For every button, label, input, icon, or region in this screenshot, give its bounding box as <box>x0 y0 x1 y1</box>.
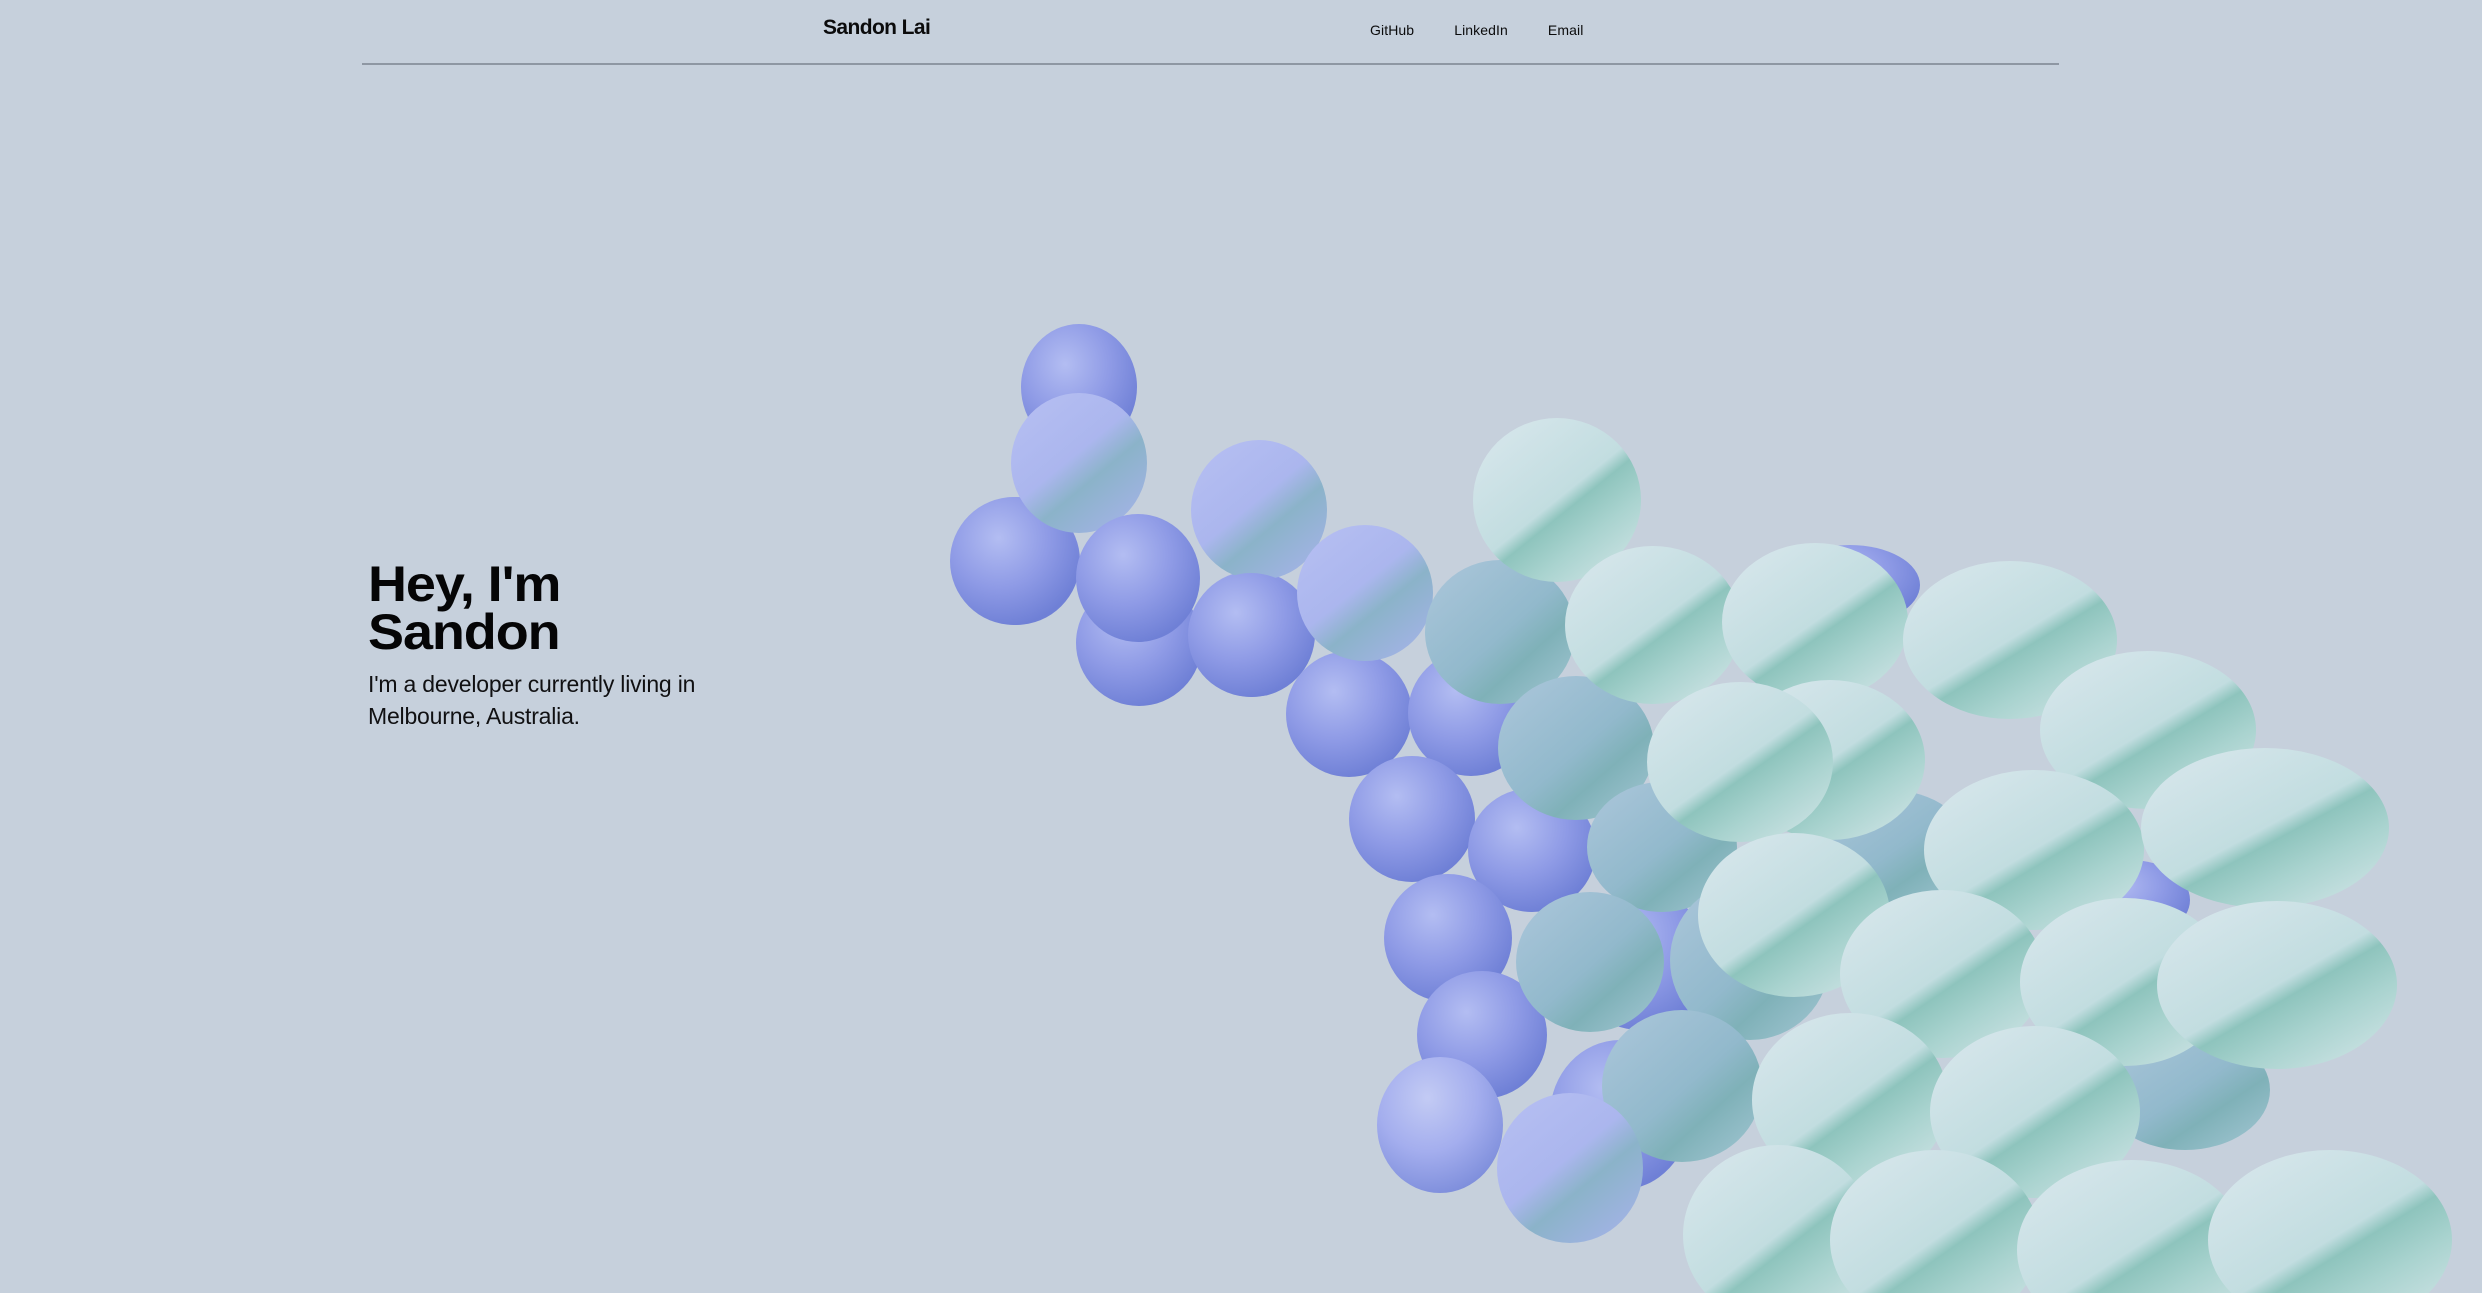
hero-title-line-2: Sandon <box>368 604 561 660</box>
sphere <box>1425 560 1575 704</box>
nav-link-email[interactable]: Email <box>1548 22 1584 38</box>
sphere <box>1497 1093 1643 1243</box>
sphere <box>2070 860 2190 940</box>
nav-link-linkedin[interactable]: LinkedIn <box>1454 22 1508 38</box>
sphere <box>950 497 1078 625</box>
main-nav: GitHub LinkedIn Email <box>1370 22 1583 38</box>
sphere <box>1473 418 1641 582</box>
sphere <box>1191 440 1327 580</box>
sphere <box>1417 971 1547 1099</box>
sphere <box>1550 1040 1690 1190</box>
sphere <box>1810 790 1970 910</box>
sphere <box>2208 1150 2452 1293</box>
sphere <box>1565 546 1741 704</box>
sphere <box>2157 901 2397 1069</box>
sphere <box>1924 770 2144 930</box>
sphere <box>1076 580 1202 706</box>
sphere <box>1516 892 1664 1032</box>
sphere <box>1735 680 1925 840</box>
sphere <box>1377 1057 1503 1193</box>
sphere <box>1188 573 1314 697</box>
sphere <box>1683 1145 1873 1293</box>
sphere <box>1570 890 1710 1030</box>
page: Sandon Lai GitHub LinkedIn Email Hey, I'… <box>0 0 2482 1293</box>
sphere <box>2040 651 2256 809</box>
sphere <box>1021 324 1137 450</box>
sphere <box>1498 676 1654 820</box>
sphere <box>1903 561 2117 719</box>
hero-section: Hey, I'm Sandon I'm a developer currentl… <box>368 559 788 732</box>
hero-title: Hey, I'm Sandon <box>368 556 822 660</box>
sphere <box>1587 782 1737 912</box>
sphere <box>1602 1010 1762 1162</box>
hero-title-line-1: Hey, I'm <box>368 556 561 612</box>
sphere <box>1722 543 1908 701</box>
sphere <box>1647 682 1833 842</box>
sphere <box>952 497 1080 625</box>
sphere <box>1011 393 1147 533</box>
site-header: Sandon Lai GitHub LinkedIn Email <box>362 0 2059 65</box>
sphere <box>1189 571 1315 697</box>
sphere <box>1408 650 1534 776</box>
sphere <box>2100 1030 2270 1150</box>
hero-subtitle: I'm a developer currently living in Melb… <box>368 671 696 729</box>
sphere <box>1930 1026 2140 1198</box>
sphere <box>1349 756 1475 882</box>
sphere <box>1752 1013 1948 1187</box>
sphere <box>2020 898 2230 1066</box>
sphere <box>1780 545 1920 625</box>
sphere <box>1830 1150 2040 1293</box>
sphere <box>1076 514 1200 642</box>
sphere <box>1297 525 1433 661</box>
sphere <box>1698 833 1890 997</box>
sphere <box>1840 890 2044 1058</box>
nav-link-github[interactable]: GitHub <box>1370 22 1414 38</box>
sphere <box>1384 874 1512 1002</box>
sphere <box>1286 651 1412 777</box>
sphere <box>2141 748 2389 908</box>
brand-logo-link[interactable]: Sandon Lai <box>823 16 931 40</box>
sphere <box>1468 788 1596 912</box>
sphere <box>1670 880 1830 1040</box>
sphere <box>2017 1160 2247 1293</box>
